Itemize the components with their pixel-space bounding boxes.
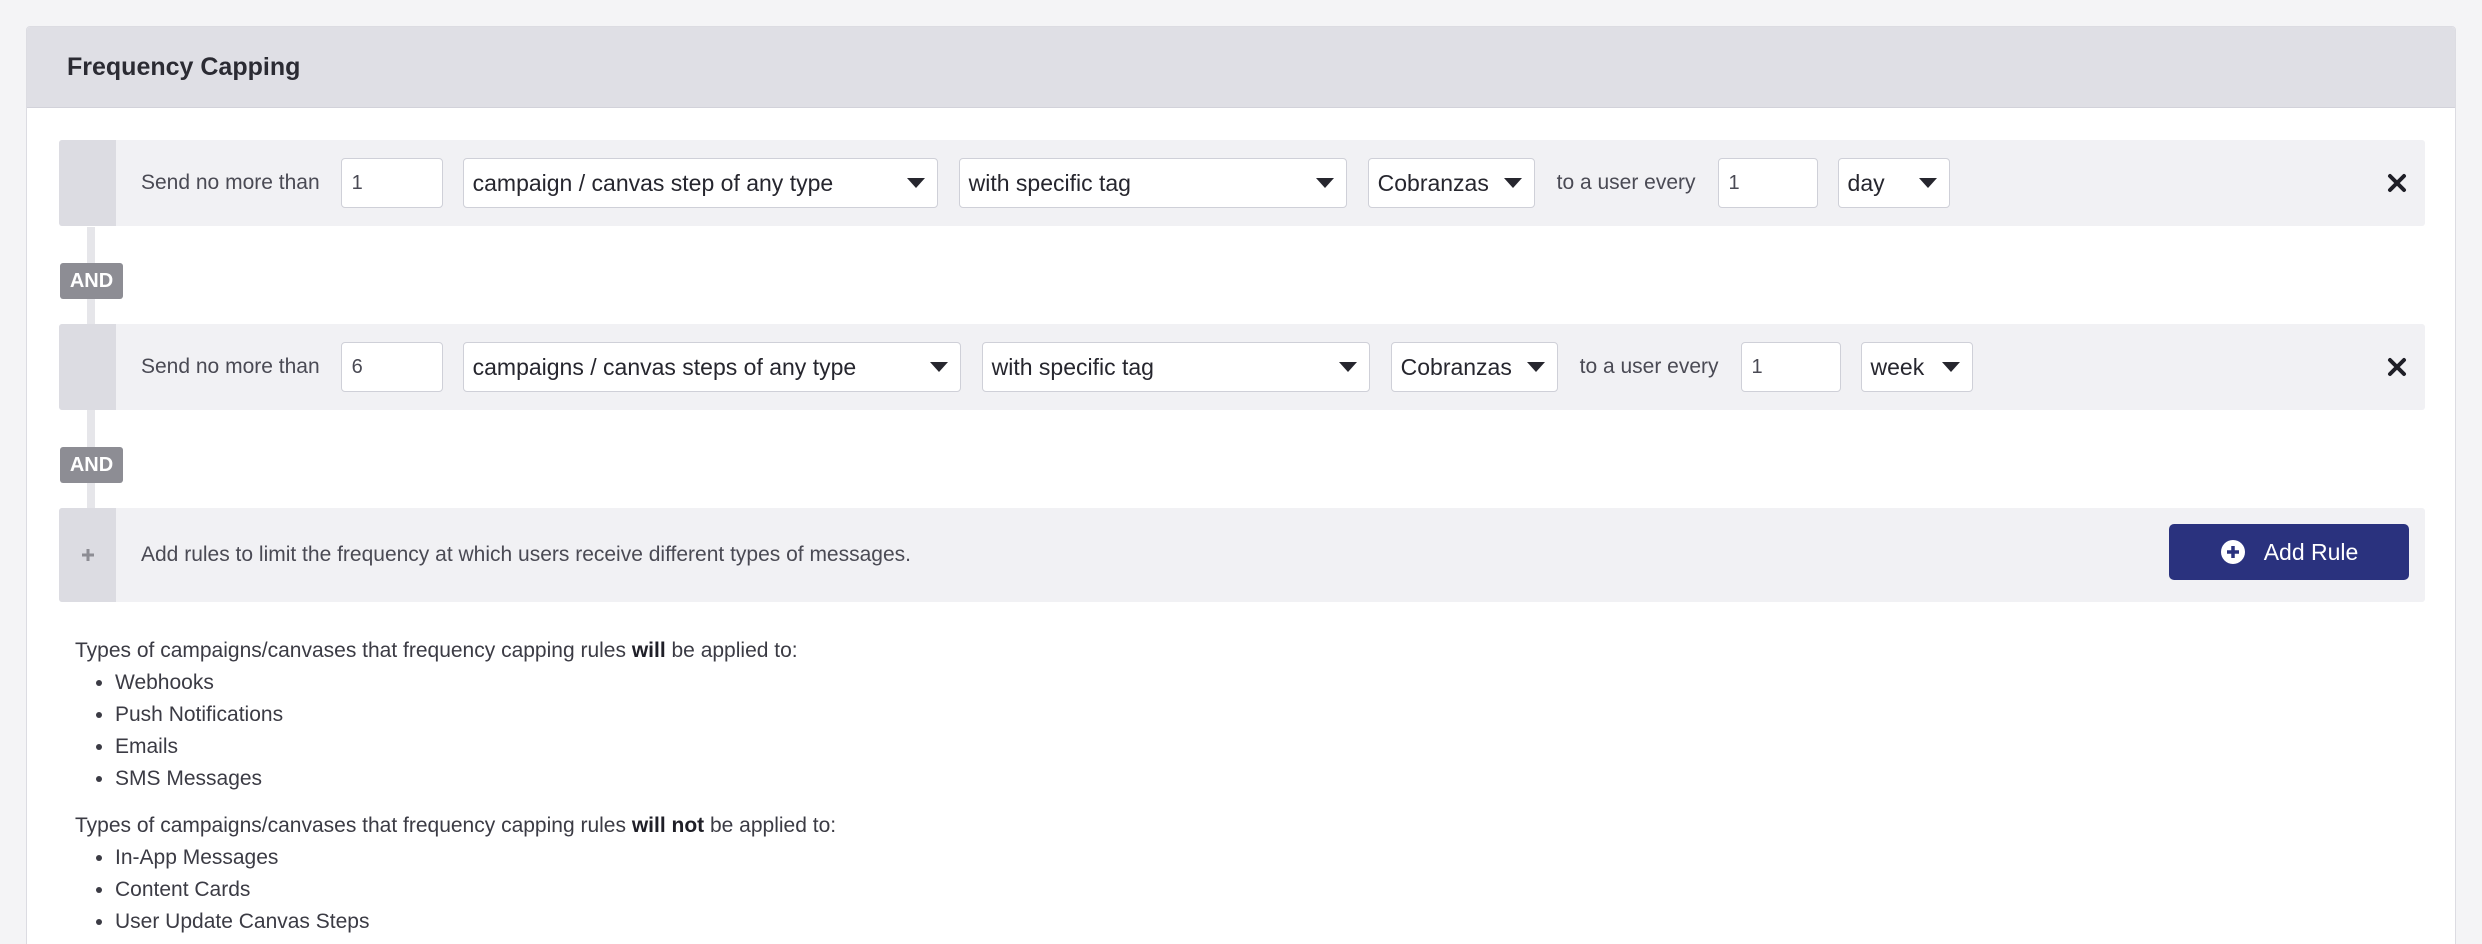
plus-icon [81,549,94,561]
period-unit-value: day [1847,169,1885,196]
period-count-input[interactable] [1740,342,1841,392]
applied-intro: Types of campaigns/canvases that frequen… [75,635,798,667]
not-applied-intro-text-end: be applied to: [704,814,837,837]
list-item: In-App Messages [115,842,836,874]
chevron-down-icon [906,178,925,188]
filter-select[interactable]: with specific tag [958,158,1347,208]
rule-middle-text: to a user every [1556,171,1696,194]
not-applied-list: In-App Messages Content Cards User Updat… [75,842,836,938]
chevron-down-icon [1918,178,1937,188]
filter-select[interactable]: with specific tag [981,342,1370,392]
add-rule-row: Add rules to limit the frequency at whic… [59,508,2425,602]
rule-row-2: Send no more than campaigns / canvas ste… [59,324,2425,410]
rule-count-input[interactable] [340,342,443,392]
add-rule-button[interactable]: Add Rule [2169,524,2409,580]
not-applied-intro-text: Types of campaigns/canvases that frequen… [75,814,632,837]
tag-value: Cobranzas [1400,353,1512,380]
applied-intro-text: Types of campaigns/canvases that frequen… [75,639,632,662]
applied-intro-emph: will [631,639,666,662]
panel-title: Frequency Capping [67,52,301,81]
not-applied-intro: Types of campaigns/canvases that frequen… [75,810,836,842]
remove-rule-button[interactable] [2383,353,2411,381]
close-icon [2388,174,2406,192]
list-item: Push Notifications [115,699,798,731]
list-item: User Update Canvas Steps [115,906,836,938]
message-type-value: campaign / canvas step of any type [472,169,834,196]
and-badge: AND [60,263,123,299]
not-applied-section: Types of campaigns/canvases that frequen… [75,810,836,938]
tag-select[interactable]: Cobranzas [1390,342,1558,392]
add-rule-hint: Add rules to limit the frequency at whic… [141,543,911,566]
tag-value: Cobranzas [1377,169,1489,196]
chevron-down-icon [1338,362,1357,372]
panel-header: Frequency Capping [27,27,2455,108]
message-type-select[interactable]: campaign / canvas step of any type [462,158,938,208]
rule-count-input[interactable] [340,158,443,208]
rule-row-1: Send no more than campaign / canvas step… [59,140,2425,226]
chevron-down-icon [1941,362,1960,372]
rule-prefix-text: Send no more than [141,171,320,194]
list-item: Emails [115,731,798,763]
period-count-input[interactable] [1717,158,1818,208]
message-type-select[interactable]: campaigns / canvas steps of any type [462,342,961,392]
close-icon [2388,358,2406,376]
rule-middle-text: to a user every [1579,355,1719,378]
list-item: SMS Messages [115,763,798,795]
filter-value: with specific tag [991,353,1154,380]
period-unit-select[interactable]: day [1837,158,1950,208]
period-unit-value: week [1870,353,1925,380]
list-item: Webhooks [115,667,798,699]
applied-list: Webhooks Push Notifications Emails SMS M… [75,667,798,795]
plus-circle-icon [2220,540,2245,564]
chevron-down-icon [929,362,948,372]
message-type-value: campaigns / canvas steps of any type [472,353,857,380]
applied-intro-text-end: be applied to: [665,639,798,662]
chevron-down-icon [1526,362,1545,372]
chevron-down-icon [1503,178,1522,188]
rule-prefix-text: Send no more than [141,355,320,378]
not-applied-intro-emph: will not [631,814,705,837]
period-unit-select[interactable]: week [1860,342,1973,392]
frequency-capping-panel: Frequency Capping Send no more than camp… [26,26,2456,944]
filter-value: with specific tag [968,169,1131,196]
rule-drag-handle[interactable] [59,324,116,410]
list-item: Content Cards [115,874,836,906]
tag-select[interactable]: Cobranzas [1367,158,1535,208]
add-rule-button-label: Add Rule [2263,538,2359,565]
plus-icon[interactable] [59,508,116,602]
applied-section: Types of campaigns/canvases that frequen… [75,635,798,795]
chevron-down-icon [1315,178,1334,188]
remove-rule-button[interactable] [2383,169,2411,197]
and-badge: AND [60,447,123,483]
rule-drag-handle[interactable] [59,140,116,226]
